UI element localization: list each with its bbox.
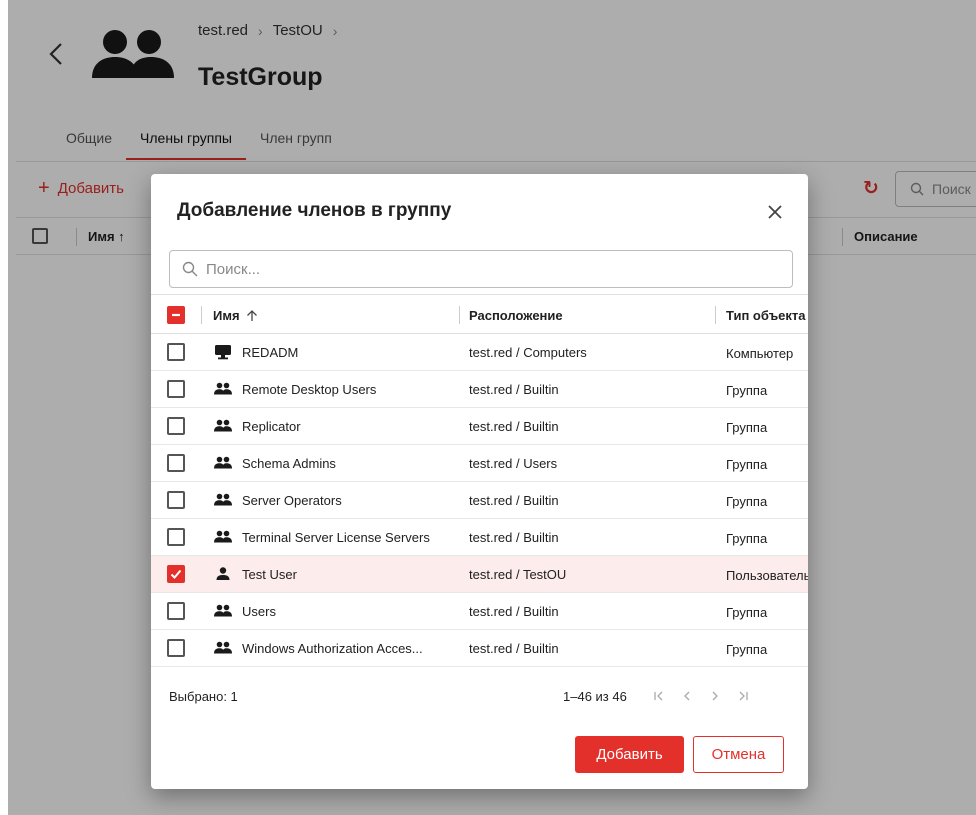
row-name: Users [242,604,276,619]
group-icon [213,529,233,545]
row-location: test.red / Builtin [469,419,559,434]
row-type: Пользователь [726,568,808,583]
first-page-icon[interactable] [645,687,673,705]
table-row[interactable]: Users test.red / Builtin Группа [151,593,808,630]
group-icon [213,455,233,471]
row-name: Server Operators [242,493,342,508]
row-name: Replicator [242,419,301,434]
row-location: test.red / Users [469,456,558,471]
row-location: test.red / Builtin [469,604,559,619]
close-icon[interactable] [763,200,787,224]
group-icon [213,381,233,397]
row-checkbox[interactable] [167,528,185,546]
row-checkbox[interactable] [167,343,185,361]
dialog-title: Добавление членов в группу [177,200,452,221]
row-name: Test User [242,567,297,582]
row-location: test.red / Builtin [469,382,559,397]
minus-icon [172,313,180,317]
group-icon [213,418,233,434]
row-type: Группа [726,383,768,398]
search-icon [182,261,198,277]
row-type: Группа [726,531,768,546]
row-name: Windows Authorization Acces... [242,641,423,656]
add-button[interactable]: Добавить [575,736,684,773]
user-icon [213,566,233,582]
table-body: REDADM test.red / Computers Компьютер Remot… [151,334,808,667]
table-row[interactable]: Terminal Server License Servers test.red … [151,519,808,556]
table-row[interactable]: REDADM test.red / Computers Компьютер [151,334,808,371]
row-name: Schema Admins [242,456,336,471]
column-divider [715,306,716,324]
row-location: test.red / Builtin [469,530,559,545]
column-divider [459,306,460,324]
row-location: test.red / Builtin [469,493,559,508]
pagination-range: 1–46 из 46 [563,688,627,704]
row-location: test.red / Computers [469,345,587,360]
row-type: Группа [726,420,768,435]
table-row[interactable]: Windows Authorization Acces... test.red /… [151,630,808,667]
table-row[interactable]: Replicator test.red / Builtin Группа [151,408,808,445]
computer-icon [213,344,233,360]
pagination: 1–46 из 46 [563,687,757,705]
selected-count: Выбрано: 1 [169,689,238,704]
row-name: REDADM [242,345,299,360]
table-row[interactable]: Schema Admins test.red / Users Группа [151,445,808,482]
table-row[interactable]: Test User test.red / TestOU Пользователь [151,556,808,593]
row-checkbox[interactable] [167,454,185,472]
row-checkbox[interactable] [167,639,185,657]
column-header-type[interactable]: Тип объекта [726,308,806,323]
last-page-icon[interactable] [729,687,757,705]
row-type: Группа [726,642,768,657]
table-row[interactable]: Remote Desktop Users test.red / Builtin Гр… [151,371,808,408]
dialog-search-field [169,250,793,288]
row-checkbox[interactable] [167,380,185,398]
column-header-name-label: Имя [213,308,240,323]
checkmark-icon [170,569,182,579]
row-location: test.red / Builtin [469,641,559,656]
row-checkbox[interactable] [167,565,185,583]
row-checkbox[interactable] [167,417,185,435]
next-page-icon[interactable] [701,687,729,705]
row-location: test.red / TestOU [469,567,567,582]
column-divider [201,306,202,324]
group-icon [213,603,233,619]
add-members-dialog: Добавление членов в группу Имя Расп [151,174,808,789]
table-header: Имя Расположение Тип объекта [151,294,808,334]
cancel-button[interactable]: Отмена [693,736,784,773]
row-type: Группа [726,605,768,620]
select-all-checkbox[interactable] [167,306,185,324]
row-type: Компьютер [726,346,794,361]
column-header-name[interactable]: Имя [213,308,258,323]
previous-page-icon[interactable] [673,687,701,705]
group-icon [213,492,233,508]
row-checkbox[interactable] [167,491,185,509]
row-name: Remote Desktop Users [242,382,377,397]
column-header-location[interactable]: Расположение [469,308,563,323]
row-type: Группа [726,457,768,472]
candidates-table: Имя Расположение Тип объекта REDADM test.… [151,294,808,667]
row-type: Группа [726,494,768,509]
group-icon [213,640,233,656]
sort-ascending-icon [246,310,257,321]
dialog-search-input[interactable] [206,260,766,278]
row-name: Terminal Server License Servers [242,530,430,545]
row-checkbox[interactable] [167,602,185,620]
table-row[interactable]: Server Operators test.red / Builtin Группа [151,482,808,519]
